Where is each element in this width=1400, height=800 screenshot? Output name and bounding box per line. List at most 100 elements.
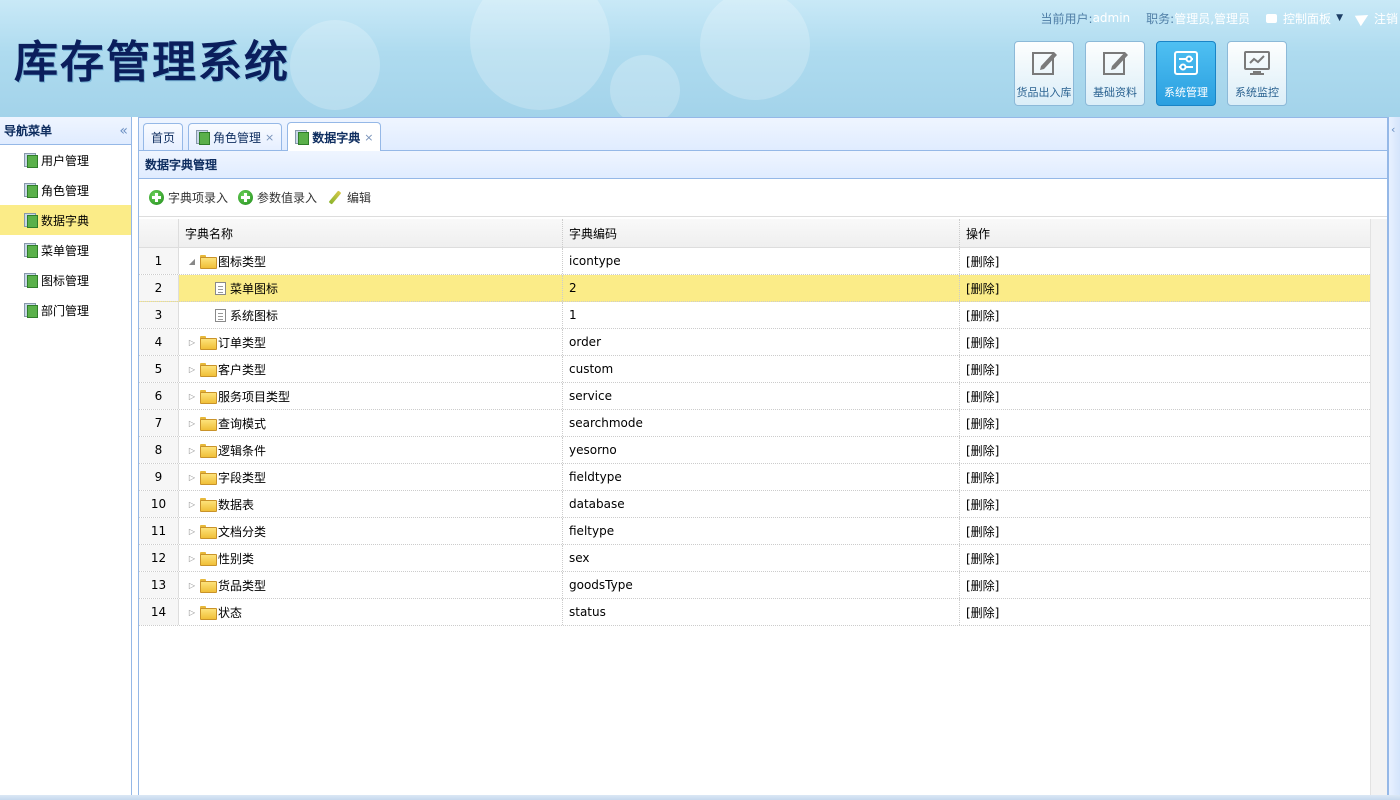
page-icon (24, 243, 38, 258)
tree-collapsed-icon[interactable]: ▷ (185, 554, 199, 563)
tab-data-dictionary[interactable]: 数据字典 × (287, 122, 382, 151)
dictionary-name-text: 客户类型 (218, 362, 267, 377)
grid-header-row: 字典名称 字典编码 操作 (139, 219, 1370, 248)
module-system-manage-button[interactable]: 系统管理 (1156, 41, 1216, 106)
table-row[interactable]: 3 系统图标 1 [删除] (139, 302, 1370, 329)
logout-button[interactable]: 注销 (1354, 9, 1398, 27)
table-row[interactable]: 9 ▷ 字段类型 fieldtype [删除] (139, 464, 1370, 491)
table-row[interactable]: 11 ▷ 文档分类 fieltype [删除] (139, 518, 1370, 545)
right-collapsed-panel[interactable]: ‹ (1388, 117, 1400, 800)
delete-link[interactable]: [删除] (966, 280, 999, 297)
module-label: 基础资料 (1093, 86, 1137, 99)
tree-collapsed-icon[interactable]: ▷ (185, 392, 199, 401)
table-row[interactable]: 5 ▷ 客户类型 custom [删除] (139, 356, 1370, 383)
sidebar-item-department-manage[interactable]: 部门管理 (0, 295, 131, 325)
edit-icon (1032, 52, 1057, 75)
tree-collapsed-icon[interactable]: ▷ (185, 446, 199, 455)
tree-collapsed-icon[interactable]: ▷ (185, 473, 199, 482)
table-row[interactable]: 10 ▷ 数据表 database [删除] (139, 491, 1370, 518)
module-inout-button[interactable]: 货品出入库 (1014, 41, 1074, 106)
cell-dictionary-code: service (563, 383, 960, 409)
tree-collapsed-icon[interactable]: ▷ (185, 500, 199, 509)
table-row[interactable]: 1 ◢ 图标类型 icontype [删除] (139, 248, 1370, 275)
cell-dictionary-name: ◢ 图标类型 (179, 248, 563, 274)
delete-link[interactable]: [删除] (966, 577, 999, 594)
row-number-header (139, 219, 179, 247)
tree-collapsed-icon[interactable]: ▷ (185, 581, 199, 590)
delete-link[interactable]: [删除] (966, 253, 999, 270)
sidebar-item-role-manage[interactable]: 角色管理 (0, 175, 131, 205)
edit-button[interactable]: 编辑 (327, 189, 371, 206)
column-header-name[interactable]: 字典名称 (179, 219, 563, 247)
close-icon[interactable]: × (364, 131, 373, 144)
sidebar-item-label: 图标管理 (41, 273, 90, 288)
cell-operation: [删除] (960, 491, 1370, 517)
tab-home[interactable]: 首页 (143, 123, 184, 150)
cell-dictionary-name: ▷ 货品类型 (179, 572, 563, 598)
delete-link[interactable]: [删除] (966, 523, 999, 540)
tree-collapsed-icon[interactable]: ▷ (185, 608, 199, 617)
page-icon (24, 183, 38, 198)
tree-collapsed-icon[interactable]: ▷ (185, 365, 199, 374)
table-row[interactable]: 8 ▷ 逻辑条件 yesorno [删除] (139, 437, 1370, 464)
close-icon[interactable]: × (265, 131, 274, 144)
module-monitor-button[interactable]: 系统监控 (1227, 41, 1287, 106)
vertical-scrollbar[interactable] (1370, 219, 1387, 800)
delete-link[interactable]: [删除] (966, 496, 999, 513)
sidebar-item-user-manage[interactable]: 用户管理 (0, 145, 131, 175)
sidebar-item-menu-manage[interactable]: 菜单管理 (0, 235, 131, 265)
user-bar: 当前用户: admin 职务: 管理员,管理员 控制面板 ▼ 注销 (1041, 8, 1400, 28)
settings-icon (1174, 51, 1198, 75)
table-row[interactable]: 4 ▷ 订单类型 order [删除] (139, 329, 1370, 356)
cell-operation: [删除] (960, 329, 1370, 355)
cell-dictionary-name: ▷ 状态 (179, 599, 563, 625)
row-number: 1 (139, 248, 179, 274)
delete-link[interactable]: [删除] (966, 307, 999, 324)
column-header-operation[interactable]: 操作 (960, 219, 1370, 247)
control-panel-menu[interactable]: 控制面板 ▼ (1266, 10, 1343, 27)
delete-link[interactable]: [删除] (966, 550, 999, 567)
folder-icon (200, 579, 217, 593)
cell-dictionary-code: database (563, 491, 960, 517)
chevron-left-icon[interactable]: ‹ (1391, 123, 1395, 136)
delete-link[interactable]: [删除] (966, 442, 999, 459)
table-row[interactable]: 12 ▷ 性别类 sex [删除] (139, 545, 1370, 572)
row-number: 13 (139, 572, 179, 598)
table-row[interactable]: 13 ▷ 货品类型 goodsType [删除] (139, 572, 1370, 599)
delete-link[interactable]: [删除] (966, 469, 999, 486)
delete-link[interactable]: [删除] (966, 604, 999, 621)
cell-operation: [删除] (960, 248, 1370, 274)
pencil-icon (327, 190, 343, 206)
sidebar-item-icon-manage[interactable]: 图标管理 (0, 265, 131, 295)
delete-link[interactable]: [删除] (966, 415, 999, 432)
bottom-status-strip (0, 795, 1400, 800)
tree-collapsed-icon[interactable]: ▷ (185, 419, 199, 428)
tree-collapsed-icon[interactable]: ▷ (185, 527, 199, 536)
module-basic-data-button[interactable]: 基础资料 (1085, 41, 1145, 106)
cell-dictionary-name: ▷ 订单类型 (179, 329, 563, 355)
cell-dictionary-name: ▷ 查询模式 (179, 410, 563, 436)
app-title: 库存管理系统 (14, 37, 290, 88)
button-label: 编辑 (347, 191, 372, 205)
column-header-code[interactable]: 字典编码 (563, 219, 960, 247)
delete-link[interactable]: [删除] (966, 361, 999, 378)
table-row[interactable]: 2 菜单图标 2 [删除] (139, 275, 1370, 302)
button-label: 参数值录入 (257, 191, 318, 205)
table-row[interactable]: 7 ▷ 查询模式 searchmode [删除] (139, 410, 1370, 437)
add-parameter-value-button[interactable]: 参数值录入 (238, 189, 317, 206)
sidebar-item-data-dictionary[interactable]: 数据字典 (0, 205, 131, 235)
delete-link[interactable]: [删除] (966, 334, 999, 351)
cell-operation: [删除] (960, 356, 1370, 382)
grid-body: 1 ◢ 图标类型 icontype [删除] 2 菜单图标 2 [删除] 3 系统图标 1 [删除] 4 ▷… (139, 248, 1370, 626)
tab-role-manage[interactable]: 角色管理 × (188, 123, 283, 150)
row-number: 3 (139, 302, 179, 328)
page-icon (295, 130, 310, 145)
double-chevron-left-icon[interactable]: « (119, 123, 127, 139)
row-number: 6 (139, 383, 179, 409)
tree-collapsed-icon[interactable]: ▷ (185, 338, 199, 347)
tree-expanded-icon[interactable]: ◢ (185, 257, 199, 266)
add-dictionary-item-button[interactable]: 字典项录入 (149, 189, 228, 206)
table-row[interactable]: 14 ▷ 状态 status [删除] (139, 599, 1370, 626)
delete-link[interactable]: [删除] (966, 388, 999, 405)
table-row[interactable]: 6 ▷ 服务项目类型 service [删除] (139, 383, 1370, 410)
